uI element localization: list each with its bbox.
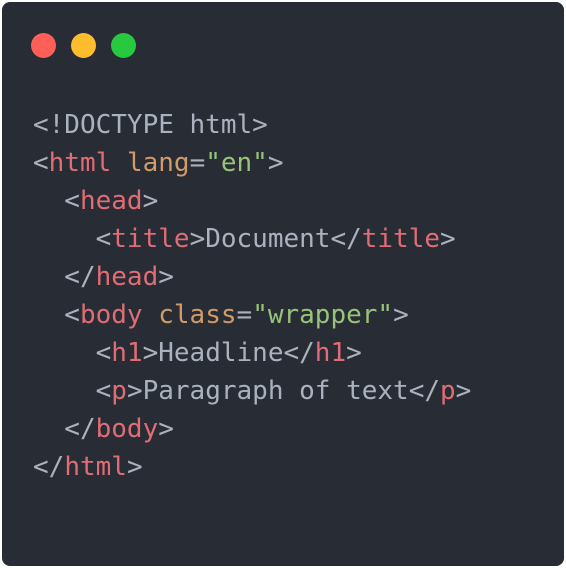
code-token-txt: Paragraph of text	[142, 376, 409, 406]
code-token-punct: >	[142, 338, 159, 368]
code-token-punct: >	[393, 300, 409, 330]
code-token-punct: >	[440, 224, 456, 254]
code-token-tag: title	[111, 224, 190, 254]
code-token-txt: Headline	[158, 338, 284, 368]
code-token-str: "wrapper"	[252, 300, 394, 330]
code-token-punct: <	[33, 338, 112, 368]
code-token-attr: class	[158, 300, 237, 330]
code-token-tag: head	[95, 262, 159, 292]
code-token-punct: =	[236, 300, 253, 330]
code-line: <head>	[33, 182, 471, 220]
code-token-punct: <	[33, 376, 112, 406]
code-token-punct: <	[33, 300, 80, 330]
code-token-tag: html	[48, 148, 112, 178]
code-token-punct: >	[267, 148, 284, 178]
code-token-punct: >	[158, 414, 174, 444]
code-token-punct: >	[189, 224, 206, 254]
code-token-punct: >	[126, 452, 143, 482]
close-button[interactable]	[31, 33, 56, 58]
maximize-button[interactable]	[111, 33, 136, 58]
code-token-punct: >	[142, 186, 159, 216]
code-token-tag: body	[95, 414, 159, 444]
code-token-punct: </	[330, 224, 362, 254]
code-line: </html>	[33, 448, 471, 486]
code-token-punct: >	[158, 262, 174, 292]
code-token-punct: <	[33, 186, 80, 216]
code-token-punct: <	[33, 148, 49, 178]
code-token-punct: >	[455, 376, 472, 406]
code-token-punct: </	[33, 452, 65, 482]
code-token-punct: >	[346, 338, 362, 368]
code-token-tag: body	[79, 300, 143, 330]
code-token-tag: title	[361, 224, 441, 254]
code-token-tag: p	[111, 376, 127, 406]
code-token-txt: Document	[205, 224, 331, 254]
code-token-tag: h1	[314, 338, 347, 368]
code-line: <!DOCTYPE html>	[33, 106, 471, 144]
code-line: </head>	[33, 258, 471, 296]
code-token-punct: <	[33, 224, 112, 254]
code-token-punct: </	[33, 262, 96, 292]
code-token-tag: head	[79, 186, 143, 216]
code-block: <!DOCTYPE html> <html lang="en"> <head> <…	[33, 106, 471, 486]
code-token-punct: =	[189, 148, 206, 178]
code-window: <!DOCTYPE html> <html lang="en"> <head> <…	[2, 2, 564, 566]
code-line: <title>Document</title>	[33, 220, 471, 258]
code-token-attr: lang	[126, 148, 190, 178]
code-token-tag: html	[64, 452, 127, 482]
code-token-punct: </	[408, 376, 441, 406]
code-line: <html lang="en">	[33, 144, 471, 182]
code-token-tag: p	[440, 376, 456, 406]
code-line: <p>Paragraph of text</p>	[33, 372, 472, 410]
code-line: </body>	[33, 410, 471, 448]
code-line: <body class="wrapper">	[33, 296, 471, 334]
code-token-punct: </	[33, 414, 96, 444]
code-token-punct: >	[126, 376, 143, 406]
code-token-punct: </	[283, 338, 315, 368]
minimize-button[interactable]	[71, 33, 96, 58]
code-line: <h1>Headline</h1>	[33, 334, 471, 372]
code-token-str: "en"	[205, 148, 268, 178]
code-token-punct: <!DOCTYPE html>	[33, 110, 268, 140]
code-token-tag: h1	[111, 338, 143, 368]
